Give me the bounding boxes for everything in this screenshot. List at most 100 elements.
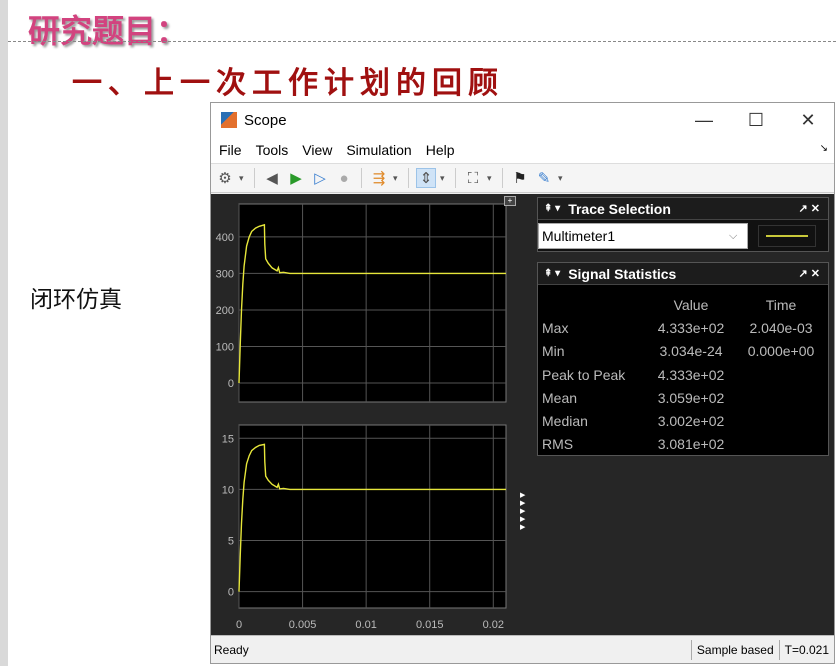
close-panel-icon[interactable]: ↗ ✕ <box>799 267 821 280</box>
slide-subtitle: 一、上一次工作计划的回顾 <box>72 66 504 101</box>
measurements-icon[interactable]: ✎ <box>534 169 554 187</box>
stat-label: Median <box>542 413 588 430</box>
chevron-down-icon[interactable]: ▾ <box>239 173 247 184</box>
gear-icon[interactable]: ⚙ <box>215 169 235 187</box>
statistics-table: Value Time Max 4.333e+02 2.040e-03 Min 3.034e… <box>542 293 826 456</box>
stat-time: 0.000e+00 <box>747 343 815 360</box>
chevron-down-icon[interactable]: ▾ <box>487 173 495 184</box>
stat-row: Mean 3.059e+02 <box>542 386 826 409</box>
slide-edge <box>0 0 8 666</box>
highlight-block-icon[interactable]: ⇶ <box>369 169 389 187</box>
sim-time: T=0.021 <box>778 639 834 660</box>
chevron-down-icon[interactable]: ▾ <box>558 173 566 184</box>
menu-bar: File Tools View Simulation Help ↘ <box>211 137 834 163</box>
separator <box>502 168 503 188</box>
expand-arrows-icon[interactable]: ▶ ▶ ▶ ▶ ▶ <box>520 492 525 532</box>
x-tick-label: 0.015 <box>416 619 444 631</box>
separator <box>254 168 255 188</box>
maximize-button[interactable]: ☐ <box>730 110 782 131</box>
trace-selection-title: Trace Selection <box>568 200 671 217</box>
pin-icon[interactable]: ⇞ ▾ <box>544 268 560 279</box>
x-tick-label: 0.01 <box>355 619 376 631</box>
sample-mode: Sample based <box>690 639 779 660</box>
stat-time <box>736 433 826 456</box>
plot-1[interactable]: 0 100 200 300 400 <box>216 203 507 403</box>
y-tick-label: 0 <box>228 587 234 599</box>
dock-icon[interactable]: ↘ <box>820 143 828 154</box>
stat-time <box>736 363 826 386</box>
stat-time <box>736 409 826 432</box>
stat-label: Peak to Peak <box>542 366 626 383</box>
trace-select-value: Multimeter1 <box>542 228 616 244</box>
stat-value: 3.059e+02 <box>657 389 725 406</box>
stat-label: Max <box>542 319 569 336</box>
window-title: Scope <box>244 111 287 129</box>
line-style-swatch[interactable] <box>758 225 816 247</box>
separator <box>361 168 362 188</box>
x-tick-label: 0.005 <box>289 619 317 631</box>
menu-simulation[interactable]: Simulation <box>346 142 411 158</box>
stat-row: Max 4.333e+02 2.040e-03 <box>542 316 826 339</box>
y-tick-label: 5 <box>228 536 234 548</box>
fit-to-view-icon[interactable]: ⛶ <box>463 170 483 187</box>
stat-value: 4.333e+02 <box>657 366 725 383</box>
separator <box>455 168 456 188</box>
minimize-button[interactable]: — <box>678 110 730 131</box>
y-tick-label: 400 <box>216 232 234 244</box>
menu-tools[interactable]: Tools <box>256 142 289 158</box>
stat-label: Min <box>542 343 565 360</box>
stat-row: Min 3.034e-24 0.000e+00 <box>542 340 826 363</box>
divider <box>8 41 836 42</box>
stat-value: 4.333e+02 <box>657 319 725 336</box>
step-forward-icon[interactable]: ▷ <box>310 169 330 187</box>
signal-statistics-panel: ⇞ ▾ Signal Statistics ↗ ✕ Value Time Max 4.3… <box>537 262 829 456</box>
scope-display: 0 100 200 300 400 0 0.005 0.01 0.015 0.02 0 5 10 15 +… <box>211 194 834 636</box>
y-tick-label: 100 <box>216 341 234 353</box>
stat-row: Peak to Peak 4.333e+02 <box>542 363 826 386</box>
matlab-logo-icon <box>221 112 237 128</box>
signal-statistics-title: Signal Statistics <box>568 265 677 282</box>
axes-frame <box>238 203 507 403</box>
chevron-down-icon[interactable]: ▾ <box>440 173 448 184</box>
chevron-down-icon[interactable]: ▾ <box>393 173 401 184</box>
zoom-icon[interactable]: ⇕ <box>416 168 436 188</box>
plot-2[interactable]: 0 0.005 0.01 0.015 0.02 0 5 10 15 <box>222 424 507 631</box>
y-tick-label: 300 <box>216 268 234 280</box>
x-tick-label: 0.02 <box>483 619 504 631</box>
y-tick-label: 200 <box>216 305 234 317</box>
stat-time: 2.040e-03 <box>749 319 813 336</box>
axes-frame <box>238 424 507 609</box>
stat-row: RMS 3.081e+02 <box>542 433 826 456</box>
pin-icon[interactable]: ⇞ ▾ <box>544 203 560 214</box>
status-bar: Ready Sample based T=0.021 <box>211 635 834 663</box>
menu-view[interactable]: View <box>302 142 332 158</box>
slide-heading: 研究题目： <box>28 12 189 50</box>
y-tick-label: 0 <box>228 378 234 390</box>
step-back-icon[interactable]: ◀ <box>262 169 282 187</box>
run-icon[interactable]: ▶ <box>286 169 306 187</box>
chevron-down-icon: ⌵ <box>729 229 738 242</box>
stat-label: Mean <box>542 389 578 406</box>
triggers-icon[interactable]: ⚑ <box>510 169 530 187</box>
col-header-time: Time <box>765 296 797 313</box>
trace-selection-panel: ⇞ ▾ Trace Selection ↗ ✕ Multimeter1 ⌵ <box>537 197 829 252</box>
y-tick-label: 10 <box>222 484 234 496</box>
side-label: 闭环仿真 <box>30 287 122 313</box>
stat-time <box>736 386 826 409</box>
menu-file[interactable]: File <box>219 142 242 158</box>
plot-area[interactable]: 0 100 200 300 400 0 0.005 0.01 0.015 0.02 0 5 10 15 <box>211 194 531 636</box>
scope-window: Scope — ☐ ✕ File Tools View Simulation H… <box>210 102 835 664</box>
status-text: Ready <box>214 642 249 657</box>
col-header <box>542 293 646 316</box>
trace-select[interactable]: Multimeter1 ⌵ <box>538 223 748 249</box>
separator <box>408 168 409 188</box>
stat-value: 3.002e+02 <box>657 413 725 430</box>
menu-help[interactable]: Help <box>426 142 455 158</box>
x-tick-label: 0 <box>236 619 242 631</box>
stop-icon[interactable]: ● <box>334 170 354 187</box>
close-button[interactable]: ✕ <box>782 110 834 131</box>
undock-icon[interactable]: + <box>504 196 516 206</box>
stat-row: Median 3.002e+02 <box>542 409 826 432</box>
y-tick-label: 15 <box>222 433 234 445</box>
close-panel-icon[interactable]: ↗ ✕ <box>799 202 821 215</box>
